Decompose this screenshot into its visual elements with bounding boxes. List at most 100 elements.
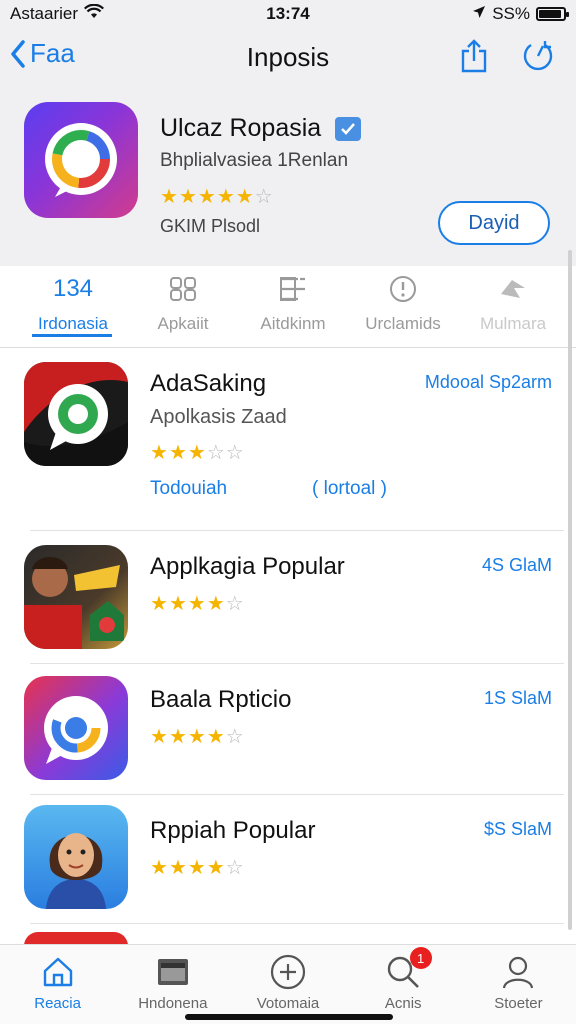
notification-badge: 1	[409, 947, 432, 969]
tabbar-label: Stoeter	[494, 995, 543, 1012]
app-icon-avatar	[24, 805, 128, 909]
star-icon: ★	[187, 593, 207, 615]
app-name: Baala Rpticio	[150, 686, 292, 713]
app-name-row: Ulcaz Ropasia	[160, 114, 362, 143]
star-empty-icon: ☆	[225, 593, 245, 615]
location-icon	[472, 4, 486, 24]
home-indicator	[185, 1014, 393, 1020]
back-label: Faa	[30, 38, 75, 68]
refresh-button[interactable]	[520, 38, 556, 74]
star-empty-icon: ☆	[225, 726, 245, 748]
app-link-left[interactable]: Todouiah	[150, 478, 227, 500]
app-meta: 1S SlaM	[483, 688, 552, 708]
app-header: Ulcaz Ropasia Bhplialvasiea 1Renlan ★★★★…	[0, 88, 576, 266]
star-icon: ★	[150, 442, 169, 464]
divider	[30, 923, 564, 924]
tabbar-label: Reacia	[34, 995, 81, 1012]
apps-icon	[156, 951, 190, 993]
star-icon: ★	[160, 186, 179, 208]
app-rating: ★★★☆☆	[150, 440, 245, 465]
app-name: Ulcaz Ropasia	[160, 114, 322, 142]
tab-count: 134	[52, 275, 94, 302]
tab-label: Urclamids	[365, 314, 441, 333]
app-developer: GKIM Plsodl	[160, 216, 261, 236]
tabbar-item-home[interactable]: Reacia	[0, 945, 115, 1024]
scrollbar[interactable]	[568, 250, 572, 930]
tabbar-item-profile[interactable]: Stoeter	[461, 945, 576, 1024]
app-subtitle: Apolkasis Zaad	[150, 406, 287, 428]
app-meta: Mdooal Sp2arm	[424, 372, 552, 392]
tab-more[interactable]: Mulmara	[458, 266, 568, 347]
get-button[interactable]: Dayid	[438, 201, 550, 245]
star-icon: ★	[206, 593, 226, 615]
bird-icon	[498, 274, 528, 304]
battery-fill	[539, 10, 561, 18]
star-icon: ★	[150, 726, 169, 748]
grid-icon	[168, 274, 198, 304]
star-empty-icon: ☆	[225, 442, 245, 464]
tab-list[interactable]: Aitdkinm	[238, 266, 348, 347]
tab-info[interactable]: Urclamids	[348, 266, 458, 347]
tabbar-item-search[interactable]: 1 Acnis	[346, 945, 461, 1024]
active-tab-indicator	[32, 334, 112, 337]
star-icon: ★	[206, 857, 226, 879]
person-icon	[501, 951, 535, 993]
star-icon: ★	[178, 186, 198, 208]
star-icon: ★	[206, 726, 226, 748]
star-empty-icon: ☆	[254, 186, 274, 208]
app-meta: 4S GlaM	[481, 555, 552, 575]
status-left: Astaarier	[10, 3, 472, 24]
app-name: Rppiah Popular	[150, 817, 316, 844]
info-icon	[388, 274, 418, 304]
star-icon: ★	[197, 186, 217, 208]
tabbar-label: Votomaia	[256, 995, 320, 1012]
plus-circle-icon	[269, 951, 307, 993]
star-icon: ★	[150, 593, 169, 615]
app-meta: $S SlaM	[483, 819, 552, 839]
list-item[interactable]: Applkagia Popular 4S GlaM ★★★★☆	[0, 531, 576, 664]
star-icon: ★	[216, 186, 236, 208]
list-item[interactable]: Rppiah Popular $S SlaM ★★★★☆	[0, 795, 576, 924]
list-item[interactable]: Baala Rpticio 1S SlaM ★★★★☆	[0, 664, 576, 795]
home-icon	[41, 951, 75, 993]
back-button[interactable]: Faa	[10, 38, 75, 69]
tab-label: Irdonasia	[38, 314, 108, 333]
star-icon: ★	[168, 726, 188, 748]
verified-icon	[335, 116, 362, 141]
app-logo-icon	[24, 102, 138, 218]
category-tabs: 134 Irdonasia Apkaiit Aitdkinm Urclamids…	[0, 266, 576, 348]
nav-actions	[456, 38, 556, 74]
tabbar-item-apps[interactable]: Hndonena	[115, 945, 230, 1024]
tab-label: Mulmara	[479, 314, 547, 333]
app-icon-camera	[24, 676, 128, 780]
tab-apps[interactable]: Apkaiit	[128, 266, 238, 347]
tab-label: Aitdkinm	[260, 314, 326, 333]
star-icon: ★	[187, 442, 207, 464]
app-rating: ★★★★☆	[150, 591, 245, 616]
app-rating: ★★★★☆	[150, 855, 245, 880]
app-name: Applkagia Popular	[150, 553, 345, 580]
chevron-left-icon	[11, 39, 25, 68]
status-bar: Astaarier 13:74 SS%	[0, 0, 576, 28]
star-icon: ★	[168, 593, 188, 615]
tabbar-label: Acnis	[384, 995, 422, 1012]
share-icon	[461, 39, 487, 73]
battery-icon	[536, 7, 569, 21]
app-link-right[interactable]: ( lortoal )	[312, 478, 387, 500]
app-icon-chat	[24, 362, 128, 466]
star-icon: ★	[168, 442, 188, 464]
tab-label: Apkaiit	[157, 314, 209, 333]
app-rating: ★★★★☆	[150, 724, 245, 749]
star-empty-icon: ☆	[225, 857, 245, 879]
star-icon: ★	[187, 726, 207, 748]
star-half-icon: ★	[235, 186, 255, 208]
tabbar-label: Hndonena	[138, 995, 208, 1012]
status-right: SS%	[472, 4, 569, 24]
list-icon	[278, 274, 308, 304]
share-button[interactable]	[456, 38, 492, 74]
battery-percent: SS%	[492, 4, 530, 23]
tabbar-item-add[interactable]: Votomaia	[230, 945, 345, 1024]
carrier-label: Astaarier	[10, 4, 79, 23]
list-item[interactable]: AdaSaking Mdooal Sp2arm Apolkasis Zaad ★…	[0, 348, 576, 531]
nav-bar: Faa Inposis	[0, 28, 576, 88]
